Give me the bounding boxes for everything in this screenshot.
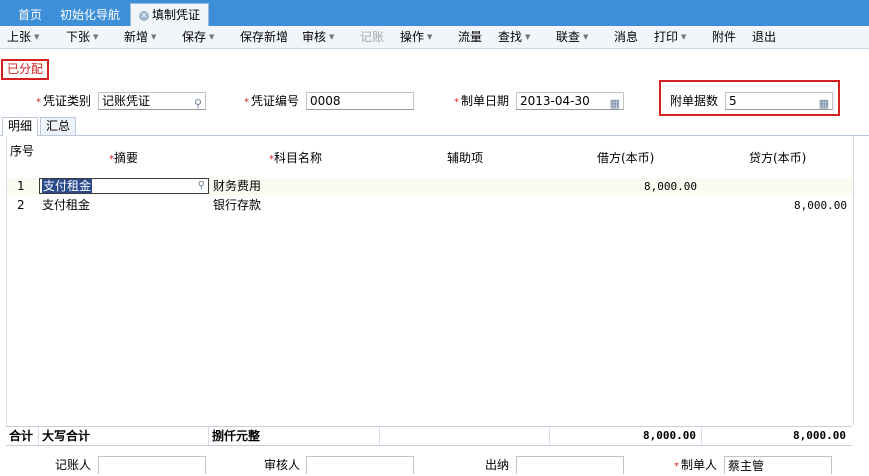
voucher-no-field[interactable]: 0008	[306, 92, 414, 110]
voucher-grid: 序号 *摘要 *科目名称 辅助项 借方(本币) 贷方(本币) 1 支付租金 ⚲ 财…	[6, 136, 854, 426]
exit-button[interactable]: 退出	[752, 29, 776, 45]
bookkeeper-field[interactable]	[98, 456, 206, 474]
auditor-field[interactable]	[306, 456, 414, 474]
cashier-label: 出纳	[485, 458, 510, 472]
bookkeeper-label: 记账人	[55, 458, 92, 472]
tab-label: 填制凭证	[152, 8, 201, 22]
tab-fill-voucher[interactable]: ✕ 填制凭证	[130, 3, 210, 27]
col-debit: 借方(本币)	[597, 151, 655, 165]
cell-account[interactable]: 财务费用	[213, 178, 261, 195]
col-aux: 辅助项	[447, 151, 484, 165]
cell-debit[interactable]: 8,000.00	[567, 178, 697, 195]
toolbar: 上张 ▼ 下张 ▼ 新增 ▼ 保存 ▼ 保存新增 审核 ▼ 记账 操作 ▼ 流量 查找 ▼ 联…	[0, 26, 869, 49]
col-summary: *摘要	[109, 151, 139, 165]
tab-home[interactable]: 首页	[10, 4, 50, 26]
next-button[interactable]: 下张 ▼	[66, 29, 98, 45]
col-account: *科目名称	[269, 151, 323, 165]
save-and-add-button[interactable]: 保存新增	[240, 29, 288, 45]
tab-label: 初始化导航	[60, 8, 121, 22]
find-button[interactable]: 查找 ▼	[498, 29, 530, 45]
magnifier-icon[interactable]: ⚲	[194, 95, 202, 112]
maker-label: * 制单人	[674, 458, 718, 472]
save-button[interactable]: 保存 ▼	[182, 29, 214, 45]
tab-bar: 首页 初始化导航 ✕ 填制凭证	[0, 0, 869, 27]
total-label: 合计	[9, 429, 34, 443]
calendar-icon[interactable]: ▦	[610, 95, 620, 112]
chevron-down-icon[interactable]: ▼	[427, 33, 432, 41]
tab-label: 首页	[18, 8, 43, 22]
chevron-down-icon[interactable]: ▼	[151, 33, 156, 41]
date-field[interactable]: 2013-04-30 ▦	[516, 92, 624, 110]
voucher-type-field[interactable]: 记账凭证 ⚲	[98, 92, 206, 110]
caps-total-value: 捌仟元整	[212, 429, 261, 443]
close-icon[interactable]: ✕	[139, 10, 149, 21]
message-button[interactable]: 消息	[614, 29, 638, 45]
query-link-button[interactable]: 联查 ▼	[556, 29, 588, 45]
caps-total-label: 大写合计	[42, 429, 91, 443]
chevron-down-icon[interactable]: ▼	[209, 33, 214, 41]
status-badge: 已分配	[1, 59, 50, 80]
col-credit: 贷方(本币)	[749, 151, 807, 165]
divider	[38, 427, 39, 445]
cashflow-button[interactable]: 流量	[458, 29, 482, 45]
cell-summary[interactable]: 支付租金	[42, 197, 90, 214]
cell-credit[interactable]	[707, 178, 847, 195]
cell-debit[interactable]	[567, 197, 697, 214]
cell-summary[interactable]: 支付租金	[42, 179, 93, 193]
prev-button[interactable]: 上张 ▼	[7, 29, 39, 45]
attachment-button[interactable]: 附件	[712, 29, 736, 45]
chevron-down-icon[interactable]: ▼	[583, 33, 588, 41]
voucher-type-label: * 凭证类别	[36, 94, 92, 108]
tab-detail[interactable]: 明细	[2, 117, 39, 136]
print-button[interactable]: 打印 ▼	[654, 29, 686, 45]
cell-seq: 1	[17, 179, 25, 193]
table-row[interactable]: 2 支付租金 银行存款 8,000.00	[7, 197, 853, 214]
col-seq: 序号	[10, 144, 35, 158]
cell-aux[interactable]	[387, 178, 547, 195]
attach-count-label: 附单据数	[670, 94, 719, 108]
tab-summary[interactable]: 汇总	[40, 117, 77, 135]
total-debit: 8,000.00	[643, 429, 696, 442]
chevron-down-icon[interactable]: ▼	[329, 33, 334, 41]
calendar-icon[interactable]: ▦	[819, 95, 829, 112]
voucher-no-label: * 凭证编号	[244, 94, 300, 108]
chevron-down-icon[interactable]: ▼	[34, 33, 39, 41]
cell-account[interactable]: 银行存款	[213, 197, 261, 214]
chevron-down-icon[interactable]: ▼	[525, 33, 530, 41]
audit-button[interactable]: 审核 ▼	[302, 29, 334, 45]
total-row: 合计 大写合计 捌仟元整 8,000.00 8,000.00	[6, 426, 852, 446]
divider	[379, 427, 380, 445]
maker-field[interactable]: 蔡主管	[724, 456, 832, 474]
chevron-down-icon[interactable]: ▼	[93, 33, 98, 41]
post-button[interactable]: 记账	[360, 29, 384, 45]
date-label: * 制单日期	[454, 94, 510, 108]
total-credit: 8,000.00	[793, 429, 846, 442]
cell-seq: 2	[17, 198, 25, 212]
detail-tabs: 明细 汇总	[0, 117, 869, 136]
summary-editor[interactable]: 支付租金 ⚲	[39, 178, 209, 194]
divider	[701, 427, 702, 445]
attach-count-field[interactable]: 5 ▦	[725, 92, 833, 110]
magnifier-icon[interactable]: ⚲	[198, 179, 205, 193]
auditor-label: 审核人	[264, 458, 301, 472]
cashier-field[interactable]	[516, 456, 624, 474]
cell-aux[interactable]	[387, 197, 547, 214]
operation-button[interactable]: 操作 ▼	[400, 29, 432, 45]
cell-credit[interactable]: 8,000.00	[707, 197, 847, 214]
divider	[549, 427, 550, 445]
add-button[interactable]: 新增 ▼	[124, 29, 156, 45]
tab-init-nav[interactable]: 初始化导航	[52, 4, 128, 26]
table-row[interactable]: 1 支付租金 ⚲ 财务费用 8,000.00	[7, 178, 853, 195]
chevron-down-icon[interactable]: ▼	[681, 33, 686, 41]
divider	[208, 427, 209, 445]
